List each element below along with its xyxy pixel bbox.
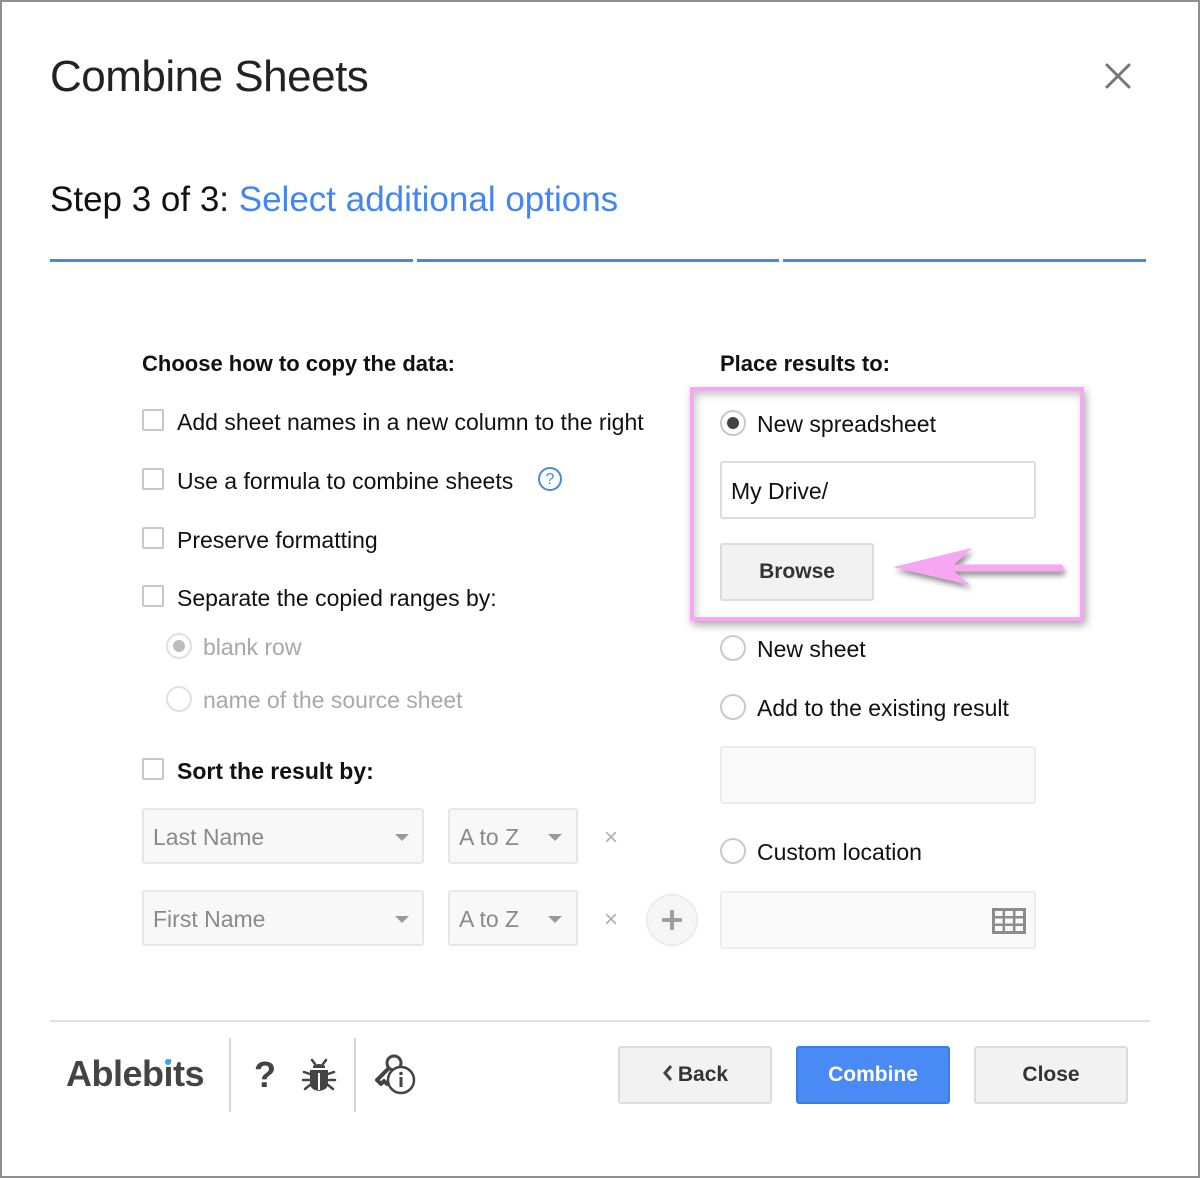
place-results-heading: Place results to: <box>720 351 890 376</box>
sort-order-select-1[interactable]: A to Z <box>448 808 578 864</box>
chevron-down-icon <box>548 834 562 841</box>
key-info-icon[interactable] <box>372 1052 420 1098</box>
sort-order-select-2[interactable]: A to Z <box>448 890 578 946</box>
radio-new-sheet[interactable] <box>720 635 746 661</box>
checkbox-add-sheet-names[interactable] <box>142 409 164 431</box>
label-source-sheet-name: name of the source sheet <box>203 687 463 713</box>
footer-separator <box>229 1038 231 1112</box>
radio-selected-dot <box>727 417 739 429</box>
checkbox-preserve-formatting[interactable] <box>142 527 164 549</box>
drive-path-value: My Drive/ <box>731 478 829 504</box>
label-new-sheet: New sheet <box>757 636 866 662</box>
label-new-spreadsheet: New spreadsheet <box>757 411 936 437</box>
add-sort-row-button[interactable] <box>646 894 698 946</box>
sort-column-value: Last Name <box>153 824 265 850</box>
checkbox-use-formula[interactable] <box>142 468 164 490</box>
footer-divider <box>50 1020 1150 1022</box>
label-preserve-formatting: Preserve formatting <box>177 527 378 553</box>
label-custom-location: Custom location <box>757 839 922 865</box>
radio-new-spreadsheet[interactable] <box>720 410 746 436</box>
step-heading: Step 3 of 3: Select additional options <box>50 180 618 220</box>
existing-result-input[interactable] <box>720 746 1036 804</box>
chevron-left-icon <box>662 1065 673 1081</box>
label-sort-result: Sort the result by: <box>177 758 374 784</box>
chevron-down-icon <box>395 916 409 923</box>
logo-dot <box>165 1059 171 1065</box>
radio-add-existing[interactable] <box>720 694 746 720</box>
custom-location-input[interactable] <box>720 891 1036 949</box>
back-button[interactable]: Back <box>618 1046 772 1104</box>
remove-sort-row-2[interactable]: × <box>604 906 618 934</box>
back-label: Back <box>677 1063 729 1086</box>
copy-options-heading: Choose how to copy the data: <box>142 351 455 376</box>
drive-path-input[interactable]: My Drive/ <box>720 461 1036 519</box>
plus-icon-stroke <box>670 910 674 930</box>
label-use-formula: Use a formula to combine sheets <box>177 468 514 494</box>
close-button[interactable]: Close <box>974 1046 1128 1104</box>
close-icon[interactable] <box>1100 58 1136 94</box>
sort-order-value: A to Z <box>459 824 520 850</box>
annotation-arrow <box>893 548 1064 585</box>
remove-sort-row-1[interactable]: × <box>604 824 618 852</box>
browse-button[interactable]: Browse <box>720 543 874 601</box>
chevron-down-icon <box>395 834 409 841</box>
label-add-sheet-names: Add sheet names in a new column to the r… <box>177 409 644 435</box>
checkbox-separate-ranges[interactable] <box>142 585 164 607</box>
chevron-down-icon <box>548 916 562 923</box>
ablebits-logo: Ablebits <box>66 1053 205 1094</box>
sort-column-value: First Name <box>153 906 266 932</box>
label-add-existing: Add to the existing result <box>757 695 1009 721</box>
label-separate-ranges: Separate the copied ranges by: <box>177 585 497 611</box>
sort-column-select-1[interactable]: Last Name <box>142 808 424 864</box>
help-icon[interactable]: ? <box>254 1054 276 1096</box>
radio-source-sheet-name[interactable] <box>166 686 192 712</box>
bug-icon[interactable] <box>300 1056 338 1094</box>
combine-button[interactable]: Combine <box>796 1046 950 1104</box>
radio-blank-row[interactable] <box>166 633 192 659</box>
radio-custom-location[interactable] <box>720 838 746 864</box>
step-title: Select additional options <box>238 180 619 219</box>
progress-step-3 <box>783 259 1146 262</box>
sort-order-value: A to Z <box>459 906 520 932</box>
help-circle-icon[interactable]: ? <box>538 467 562 491</box>
progress-step-1 <box>50 259 413 262</box>
progress-step-2 <box>417 259 779 262</box>
step-prefix: Step 3 of 3: <box>50 180 239 219</box>
dialog-title: Combine Sheets <box>50 52 369 101</box>
sort-column-select-2[interactable]: First Name <box>142 890 424 946</box>
footer-separator <box>354 1038 356 1112</box>
label-blank-row: blank row <box>203 634 302 660</box>
radio-selected-dot <box>173 640 185 652</box>
grid-icon[interactable] <box>992 908 1026 934</box>
checkbox-sort-result[interactable] <box>142 758 164 780</box>
